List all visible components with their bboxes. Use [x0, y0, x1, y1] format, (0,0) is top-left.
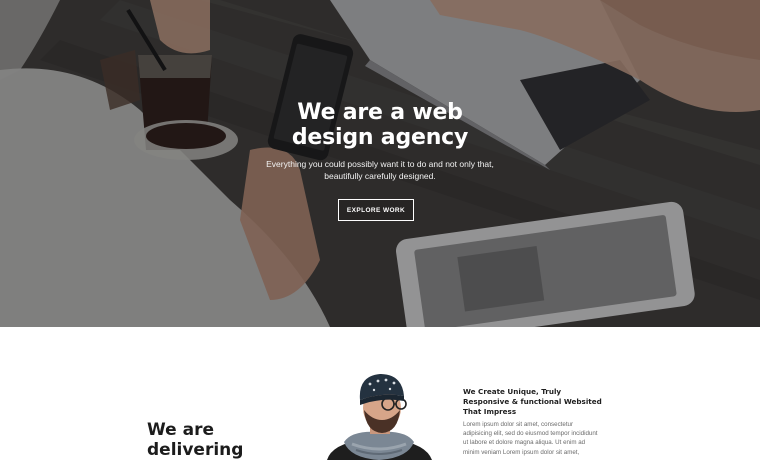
section-heading: We are delivering	[147, 420, 243, 460]
feature-description: Lorem ipsum dolor sit amet, consectetur …	[463, 420, 613, 457]
hero-title-line: We are a web	[297, 100, 463, 125]
feature-title: We Create Unique, Truly Responsive & fun…	[463, 387, 623, 417]
feature-title-line: We Create Unique, Truly	[463, 387, 562, 396]
feature-title-line: Responsive & functional Websited	[463, 397, 602, 406]
hero-subtitle: Everything you could possibly want it to…	[0, 158, 760, 182]
man-with-beanie-portrait	[327, 374, 432, 460]
section-heading-line: delivering	[147, 440, 244, 460]
hero-subtitle-line: beautifully carefully designed.	[324, 171, 436, 181]
hero-subtitle-line: Everything you could possibly want it to…	[266, 159, 494, 169]
feature-description-line: adipisicing elit, sed do eiusmod tempor …	[463, 430, 598, 438]
hero-title: We are a web design agency	[0, 100, 760, 150]
explore-work-button[interactable]: EXPLORE WORK	[338, 199, 414, 221]
hero-title-line: design agency	[291, 125, 469, 150]
feature-description-line: minim veniam Lorem ipsum dolor sit amet,	[463, 448, 580, 456]
section-heading-line: We are	[147, 420, 214, 440]
feature-title-line: That Impress	[463, 407, 517, 416]
feature-description-line: Lorem ipsum dolor sit amet, consectetur	[463, 421, 574, 428]
hero-section: We are a web design agency Everything yo…	[0, 0, 760, 327]
feature-description-line: ut labore et dolore magna aliqua. Ut eni…	[463, 439, 586, 447]
about-section: We are delivering We Create Unique, Trul…	[0, 327, 760, 460]
